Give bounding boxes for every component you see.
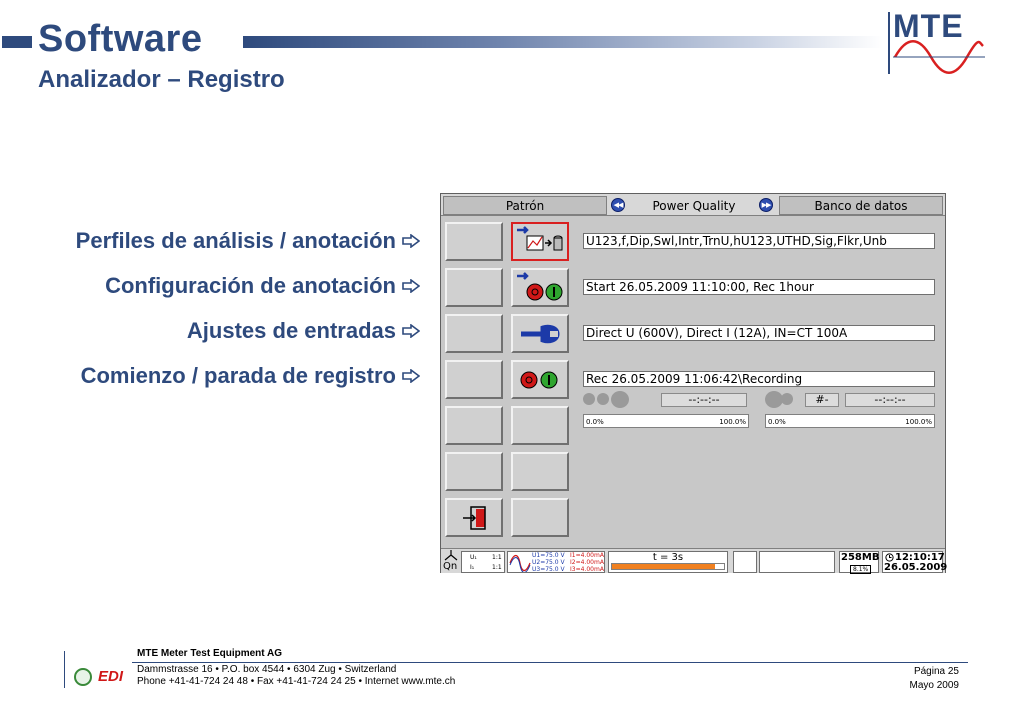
arrow-right-icon bbox=[402, 234, 420, 248]
recording-status-field[interactable]: Rec 26.05.2009 11:06:42\Recording bbox=[583, 371, 935, 387]
u1-value: U1=75.0 V bbox=[532, 552, 565, 559]
feature-annotation-config: Configuración de anotación bbox=[105, 273, 420, 299]
wrench-icon bbox=[521, 324, 560, 344]
wrench-chart-icon bbox=[517, 226, 563, 251]
u-label: U₁ bbox=[470, 554, 477, 561]
tab-banco-de-datos[interactable]: Banco de datos bbox=[779, 196, 943, 215]
exit-button[interactable] bbox=[445, 498, 503, 537]
time-left-display: --:--:-- bbox=[661, 393, 747, 407]
arrow-right-icon bbox=[402, 369, 420, 383]
analyzer-screen: Patrón ◀◀ Power Quality ▶▶ Banco de dato… bbox=[440, 193, 947, 574]
qn-label: Qn bbox=[443, 561, 458, 572]
company-address: Dammstrasse 16 • P.O. box 4544 • 6304 Zu… bbox=[137, 664, 397, 675]
interval-box: t = 3s bbox=[608, 551, 728, 573]
company-contact: Phone +41-41-724 24 48 • Fax +41-41-724 … bbox=[137, 676, 456, 687]
softkey-right-7[interactable] bbox=[511, 498, 569, 537]
ratio-box: U₁ 1:1 I₁ 1:1 bbox=[461, 551, 505, 573]
u2-value: U2=75.0 V bbox=[532, 559, 565, 566]
softkey-right-6[interactable] bbox=[511, 452, 569, 491]
softkey-left-1[interactable] bbox=[445, 222, 503, 261]
footer-divider bbox=[64, 651, 65, 688]
arrow-right-icon bbox=[402, 279, 420, 293]
memory-box: 258MB 8.1% bbox=[839, 551, 880, 574]
ratio-value: 1:1 bbox=[492, 564, 502, 571]
status-led bbox=[597, 393, 609, 405]
arrow-right-icon bbox=[402, 324, 420, 338]
progress-left: 0.0% 100.0% bbox=[583, 414, 749, 428]
i-label: I₁ bbox=[470, 564, 475, 571]
annotation-config-button[interactable] bbox=[511, 268, 569, 307]
feature-label: Ajustes de entradas bbox=[186, 318, 396, 343]
softkey-left-4[interactable] bbox=[445, 360, 503, 399]
hash-display: #- bbox=[805, 393, 839, 407]
measurement-box: U1=75.0 V U2=75.0 V U3=75.0 V I1=4.00mA … bbox=[507, 551, 605, 573]
ratio-value: 1:1 bbox=[492, 554, 502, 561]
logo-divider bbox=[888, 12, 890, 74]
input-settings-field[interactable]: Direct U (600V), Direct I (12A), IN=CT 1… bbox=[583, 325, 935, 341]
header-bar-gradient bbox=[243, 36, 883, 48]
u3-value: U3=75.0 V bbox=[532, 566, 565, 573]
feature-input-settings: Ajustes de entradas bbox=[187, 318, 420, 344]
slide-date: Mayo 2009 bbox=[909, 680, 959, 691]
status-led bbox=[781, 393, 793, 405]
analysis-profile-button[interactable] bbox=[511, 222, 569, 261]
memory-percent: 8.1% bbox=[850, 565, 872, 574]
annotation-config-field[interactable]: Start 26.05.2009 11:10:00, Rec 1hour bbox=[583, 279, 935, 295]
softkey-right-5[interactable] bbox=[511, 406, 569, 445]
company-name: MTE Meter Test Equipment AG bbox=[137, 648, 283, 659]
input-settings-button[interactable] bbox=[511, 314, 569, 353]
page-number: Página 25 bbox=[913, 666, 959, 677]
blank-status-box bbox=[759, 551, 835, 573]
status-led bbox=[611, 391, 629, 408]
progress-min: 0.0% bbox=[586, 418, 604, 426]
progress-right: 0.0% 100.0% bbox=[765, 414, 935, 428]
edi-seal-logo bbox=[74, 668, 92, 686]
phase-icon bbox=[444, 550, 458, 561]
exit-door-icon bbox=[463, 506, 486, 530]
i3-value: I3=4.00mA bbox=[570, 566, 604, 573]
sine-icon bbox=[509, 554, 531, 572]
analysis-profile-field[interactable]: U123,f,Dip,Swl,Intr,TrnU,hU123,UTHD,Sig,… bbox=[583, 233, 935, 249]
start-stop-icon bbox=[520, 371, 558, 389]
progress-min: 0.0% bbox=[768, 418, 786, 426]
interval-progress-fill bbox=[612, 564, 716, 569]
interval-label: t = 3s bbox=[652, 552, 684, 563]
status-bar: Qn U₁ 1:1 I₁ 1:1 U1=75.0 V U2=75.0 V U3=… bbox=[441, 548, 947, 574]
softkey-left-3[interactable] bbox=[445, 314, 503, 353]
sine-wave-icon bbox=[893, 40, 985, 74]
feature-label: Perfiles de análisis / anotación bbox=[75, 228, 396, 253]
feature-label: Comienzo / parada de registro bbox=[80, 363, 396, 388]
memory-value: 258MB bbox=[841, 552, 880, 563]
feature-start-stop-recording: Comienzo / parada de registro bbox=[81, 363, 420, 389]
progress-max: 100.0% bbox=[719, 418, 746, 426]
clock-box: 12:10:17 26.05.2009 bbox=[882, 551, 947, 573]
interval-progress bbox=[611, 563, 725, 570]
tab-patron[interactable]: Patrón bbox=[443, 196, 607, 215]
blank-status-box bbox=[733, 551, 757, 573]
i2-value: I2=4.00mA bbox=[570, 559, 604, 566]
prev-tab-icon[interactable]: ◀◀ bbox=[611, 198, 625, 212]
feature-analysis-profiles: Perfiles de análisis / anotación bbox=[76, 228, 420, 254]
tab-bar: Patrón ◀◀ Power Quality ▶▶ Banco de dato… bbox=[441, 194, 945, 216]
i1-value: I1=4.00mA bbox=[570, 552, 604, 559]
progress-max: 100.0% bbox=[905, 418, 932, 426]
softkey-left-2[interactable] bbox=[445, 268, 503, 307]
slide-title: Software bbox=[38, 18, 203, 60]
edi-logo-text: EDI bbox=[98, 668, 124, 685]
wrench-start-stop-icon bbox=[517, 272, 563, 301]
tab-power-quality[interactable]: Power Quality bbox=[629, 196, 759, 215]
clock-date: 26.05.2009 bbox=[884, 562, 948, 573]
softkey-left-6[interactable] bbox=[445, 452, 503, 491]
next-tab-icon[interactable]: ▶▶ bbox=[759, 198, 773, 212]
clock-icon bbox=[885, 553, 894, 562]
softkey-left-5[interactable] bbox=[445, 406, 503, 445]
header-bar-left bbox=[2, 36, 32, 48]
time-right-display: --:--:-- bbox=[845, 393, 935, 407]
start-stop-recording-button[interactable] bbox=[511, 360, 569, 399]
footer-rule bbox=[132, 662, 968, 663]
status-led bbox=[583, 393, 595, 405]
slide-subtitle: Analizador – Registro bbox=[38, 66, 285, 93]
feature-label: Configuración de anotación bbox=[105, 273, 396, 298]
